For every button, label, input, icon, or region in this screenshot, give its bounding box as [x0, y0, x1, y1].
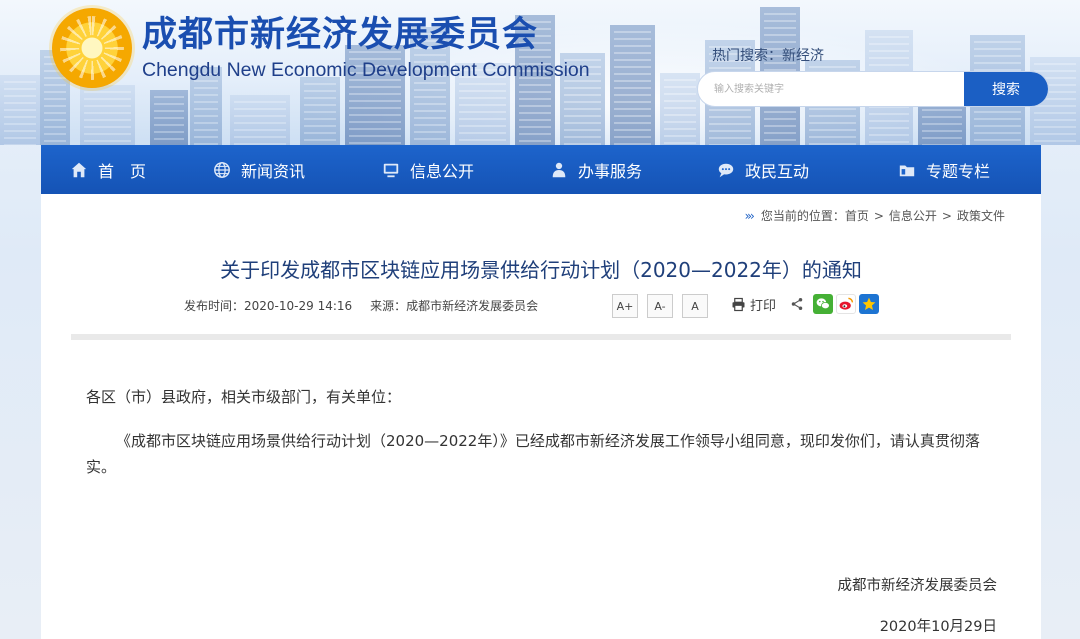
breadcrumb-info[interactable]: 信息公开: [889, 207, 937, 224]
nav-label: 办事服务: [577, 161, 642, 181]
nav-item-home[interactable]: 首 页: [41, 145, 175, 194]
nav-label: 首 页: [97, 161, 146, 181]
nav-label: 信息公开: [409, 161, 474, 181]
article-body: 各区（市）县政府，相关市级部门，有关单位： 《成都市区块链应用场景供给行动计划（…: [86, 384, 1001, 480]
qzone-share-icon[interactable]: [859, 294, 880, 314]
search-input[interactable]: [698, 72, 964, 106]
nav-item-info[interactable]: 信息公开: [343, 145, 513, 194]
source-value: 成都市新经济发展委员会: [406, 299, 539, 313]
nav-label: 新闻资讯: [240, 161, 305, 181]
breadcrumb-sep: >: [873, 208, 884, 223]
breadcrumb: »› 您当前的位置： 首页 > 信息公开 > 政策文件: [745, 207, 1005, 224]
font-increase-button[interactable]: A+: [612, 294, 638, 318]
nav-label: 政民互动: [744, 161, 809, 181]
main-nav: 首 页 新闻资讯 信息公开 办事服务 政民互动 专题专栏: [41, 145, 1041, 194]
article-meta: 发布时间： 2020-10-29 14:16 来源： 成都市新经济发展委员会: [184, 297, 538, 314]
print-label: 打印: [750, 298, 777, 314]
article-title: 关于印发成都市区块链应用场景供给行动计划（2020—2022年）的通知: [220, 258, 862, 282]
font-size-controls: A+ A- A: [612, 294, 717, 318]
source-label: 来源：: [370, 299, 407, 313]
font-decrease-button[interactable]: A-: [647, 294, 673, 318]
breadcrumb-sep: >: [941, 208, 952, 223]
weibo-share-icon[interactable]: [836, 294, 857, 314]
hot-search-label: 热门搜索：: [712, 48, 782, 64]
title-divider: [71, 334, 1011, 340]
chevrons-icon: »›: [744, 208, 755, 223]
publish-label: 发布时间：: [184, 299, 245, 313]
salutation: 各区（市）县政府，相关市级部门，有关单位：: [86, 388, 402, 406]
chat-icon: [717, 161, 735, 179]
print-button[interactable]: 打印: [731, 295, 776, 314]
site-logo[interactable]: 成都市新经济发展委员会 Chengdu New Economic Develop…: [52, 8, 590, 88]
nav-item-topics[interactable]: 专题专栏: [847, 145, 1041, 194]
content-panel: »› 您当前的位置： 首页 > 信息公开 > 政策文件 关于印发成都市区块链应用…: [41, 194, 1041, 639]
folder-icon: [898, 161, 916, 179]
signature-date: 2020年10月29日: [879, 619, 997, 635]
share-icon: [791, 298, 803, 310]
publish-time: 2020-10-29 14:16: [244, 298, 353, 313]
font-default-button[interactable]: A: [682, 294, 708, 318]
logo-sun-icon: [52, 8, 132, 88]
breadcrumb-home[interactable]: 首页: [845, 207, 869, 224]
breadcrumb-prefix: 您当前的位置：: [760, 209, 845, 223]
article-tools: 打印: [731, 294, 880, 314]
hot-search-term[interactable]: 新经济: [782, 48, 824, 64]
monitor-icon: [382, 161, 400, 179]
globe-icon: [213, 161, 231, 179]
site-title-cn: 成都市新经济发展委员会: [142, 15, 539, 55]
wechat-share-icon[interactable]: [813, 294, 834, 314]
nav-item-interaction[interactable]: 政民互动: [679, 145, 847, 194]
nav-item-services[interactable]: 办事服务: [513, 145, 679, 194]
site-title-en: Chengdu New Economic Development Commiss…: [142, 59, 590, 81]
search-bar: 搜索: [697, 71, 1049, 107]
hot-search: 热门搜索：新经济: [712, 45, 824, 65]
person-icon: [550, 161, 568, 179]
nav-item-news[interactable]: 新闻资讯: [175, 145, 343, 194]
breadcrumb-policy[interactable]: 政策文件: [957, 207, 1005, 224]
home-icon: [70, 161, 88, 179]
printer-icon: [732, 297, 745, 311]
signature: 成都市新经济发展委员会: [837, 578, 998, 594]
nav-label: 专题专栏: [925, 161, 990, 181]
search-button[interactable]: 搜索: [964, 72, 1048, 106]
body-paragraph: 《成都市区块链应用场景供给行动计划（2020—2022年）》已经成都市新经济发展…: [86, 432, 980, 476]
